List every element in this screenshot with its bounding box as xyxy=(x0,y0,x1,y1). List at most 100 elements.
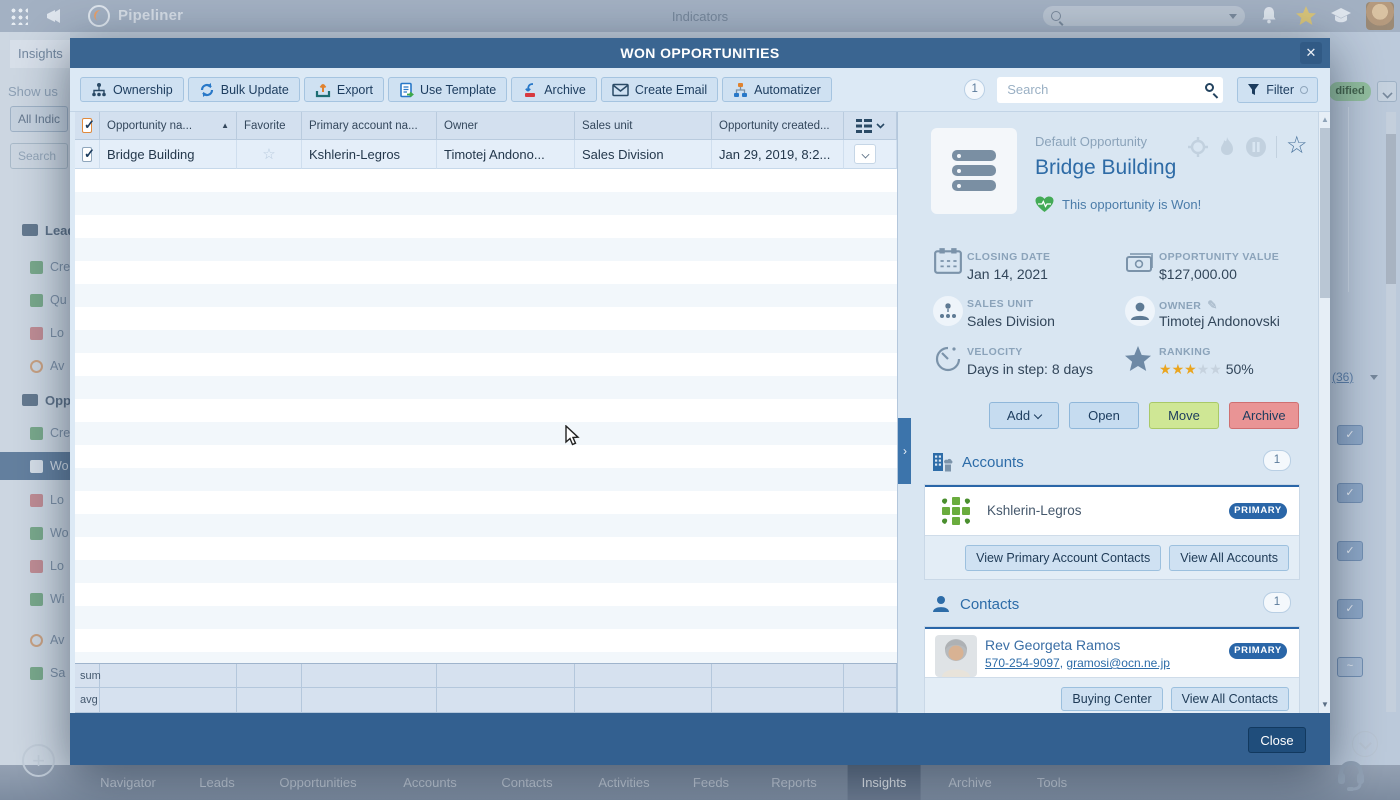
backdrop-chart-toggle[interactable]: ~ xyxy=(1337,657,1363,677)
backdrop-toggle[interactable]: ✓ xyxy=(1337,483,1363,503)
nav-accounts[interactable]: Accounts xyxy=(389,765,470,800)
sidebar-item[interactable]: Av xyxy=(0,626,70,654)
contact-email-link[interactable]: gramosi@ocn.ne.jp xyxy=(1066,656,1170,670)
buying-center-button[interactable]: Buying Center xyxy=(1061,687,1163,711)
favorite-star-icon[interactable]: ☆ xyxy=(1286,133,1308,157)
nav-feeds[interactable]: Feeds xyxy=(679,765,743,800)
scroll-down-icon[interactable]: ▼ xyxy=(1321,700,1329,709)
support-headset-icon[interactable] xyxy=(1334,758,1368,796)
target-crosshair-icon[interactable] xyxy=(1187,136,1209,158)
nav-navigator[interactable]: Navigator xyxy=(86,765,170,800)
tab-insights[interactable]: Insights xyxy=(10,40,70,68)
view-all-accounts-button[interactable]: View All Accounts xyxy=(1169,545,1289,571)
panel-splitter[interactable]: › xyxy=(897,112,912,713)
all-indicators-select[interactable]: All Indic xyxy=(10,106,68,132)
sidebar-item[interactable]: Cre xyxy=(0,253,70,281)
search-dropdown-icon[interactable] xyxy=(1229,13,1237,19)
row-favorite-cell[interactable]: ☆ xyxy=(237,140,302,169)
scrollbar-thumb[interactable] xyxy=(1320,128,1330,298)
contact-phone-link[interactable]: 570-254-9097 xyxy=(985,656,1060,670)
nav-insights[interactable]: Insights xyxy=(847,765,921,800)
ownership-button[interactable]: Ownership xyxy=(80,77,184,102)
filter-button[interactable]: Filter xyxy=(1237,76,1318,103)
chevron-down-icon[interactable] xyxy=(875,122,885,129)
backdrop-toggle[interactable]: ✓ xyxy=(1337,599,1363,619)
col-opportunity-name[interactable]: Opportunity na... ▲ xyxy=(100,112,237,140)
view-all-contacts-button[interactable]: View All Contacts xyxy=(1170,687,1289,711)
nav-tools[interactable]: Tools xyxy=(1023,765,1081,800)
select-all-checkbox[interactable] xyxy=(82,117,95,133)
nav-archive[interactable]: Archive xyxy=(934,765,1005,800)
col-favorite[interactable]: Favorite xyxy=(237,112,302,140)
nav-leads[interactable]: Leads xyxy=(185,765,248,800)
row-opportunity-name[interactable]: Bridge Building xyxy=(100,140,237,169)
nav-opportunities[interactable]: Opportunities xyxy=(265,765,370,800)
account-name[interactable]: Kshlerin-Legros xyxy=(987,503,1082,518)
col-sales-unit[interactable]: Sales unit xyxy=(575,112,712,140)
count-36-link[interactable]: (36) xyxy=(1332,370,1353,384)
collapse-chevron-icon[interactable] xyxy=(1352,731,1378,757)
row-checkbox[interactable] xyxy=(82,146,95,162)
bulk-update-button[interactable]: Bulk Update xyxy=(187,77,300,102)
nav-reports[interactable]: Reports xyxy=(757,765,831,800)
sidebar-item[interactable]: Wi xyxy=(0,585,70,613)
sidebar-item[interactable]: Lo xyxy=(0,486,70,514)
pause-icon[interactable] xyxy=(1245,136,1267,158)
backdrop-dropdown-icon[interactable] xyxy=(1377,81,1397,102)
sidebar-item-won-opportunities[interactable]: Wo xyxy=(0,452,70,480)
flame-icon[interactable] xyxy=(1218,136,1236,158)
open-button[interactable]: Open xyxy=(1069,402,1139,429)
search-icon[interactable] xyxy=(1205,82,1215,92)
sort-asc-icon[interactable]: ▲ xyxy=(221,121,229,130)
row-owner[interactable]: Timotej Andono... xyxy=(437,140,575,169)
row-select-cell[interactable] xyxy=(75,140,100,169)
close-button[interactable]: Close xyxy=(1248,727,1306,753)
global-search-input[interactable] xyxy=(1043,6,1245,26)
row-primary-account[interactable]: Kshlerin-Legros xyxy=(302,140,437,169)
modal-search-input[interactable] xyxy=(997,76,1224,103)
favorites-star-icon[interactable] xyxy=(1294,4,1318,28)
scroll-up-icon[interactable]: ▲ xyxy=(1321,115,1329,124)
notifications-bell-icon[interactable] xyxy=(1260,5,1278,25)
sidebar-search-input[interactable]: Search xyxy=(10,143,68,169)
modal-close-icon[interactable]: ✕ xyxy=(1300,42,1322,64)
row-created[interactable]: Jan 29, 2019, 8:2... xyxy=(712,140,844,169)
sidebar-item[interactable]: Lo xyxy=(0,319,70,347)
sidebar-item[interactable]: Qu xyxy=(0,286,70,314)
sidebar-item[interactable]: Av xyxy=(0,352,70,380)
sidebar-item[interactable]: Wo xyxy=(0,519,70,547)
use-template-button[interactable]: Use Template xyxy=(388,77,508,102)
export-button[interactable]: Export xyxy=(303,77,384,102)
contact-name[interactable]: Rev Georgeta Ramos xyxy=(985,637,1120,653)
splitter-handle[interactable]: › xyxy=(898,418,912,484)
col-settings-cell[interactable] xyxy=(844,112,897,140)
academy-graduation-cap-icon[interactable] xyxy=(1330,5,1352,25)
col-primary-account[interactable]: Primary account na... xyxy=(302,112,437,140)
add-new-fab-button[interactable]: + xyxy=(22,744,55,777)
create-email-button[interactable]: Create Email xyxy=(600,77,719,102)
backdrop-toggle[interactable]: ✓ xyxy=(1337,541,1363,561)
table-row[interactable]: Bridge Building ☆ Kshlerin-Legros Timote… xyxy=(75,140,897,169)
chevron-down-icon[interactable] xyxy=(1370,375,1378,380)
nav-contacts[interactable]: Contacts xyxy=(487,765,566,800)
backdrop-scrollbar[interactable] xyxy=(1386,112,1396,712)
row-sales-unit[interactable]: Sales Division xyxy=(575,140,712,169)
select-all-cell[interactable] xyxy=(75,112,100,140)
favorite-star-icon[interactable]: ☆ xyxy=(262,145,275,163)
col-created[interactable]: Opportunity created... xyxy=(712,112,844,140)
panel-scrollbar[interactable]: ▲ ▼ xyxy=(1318,112,1330,713)
archive-action-button[interactable]: Archive xyxy=(1229,402,1299,429)
sidebar-item[interactable]: Sa xyxy=(0,659,70,687)
view-primary-account-contacts-button[interactable]: View Primary Account Contacts xyxy=(965,545,1162,571)
move-button[interactable]: Move xyxy=(1149,402,1219,429)
row-dropdown-button[interactable] xyxy=(854,144,876,164)
edit-owner-pencil-icon[interactable]: ✎ xyxy=(1207,298,1217,312)
col-owner[interactable]: Owner xyxy=(437,112,575,140)
column-settings-icon[interactable] xyxy=(855,118,872,133)
add-button[interactable]: Add xyxy=(989,402,1059,429)
sidebar-item[interactable]: Cre xyxy=(0,419,70,447)
backdrop-toggle[interactable]: ✓ xyxy=(1337,425,1363,445)
nav-activities[interactable]: Activities xyxy=(584,765,663,800)
user-avatar[interactable] xyxy=(1366,2,1394,30)
archive-button[interactable]: Archive xyxy=(511,77,597,102)
